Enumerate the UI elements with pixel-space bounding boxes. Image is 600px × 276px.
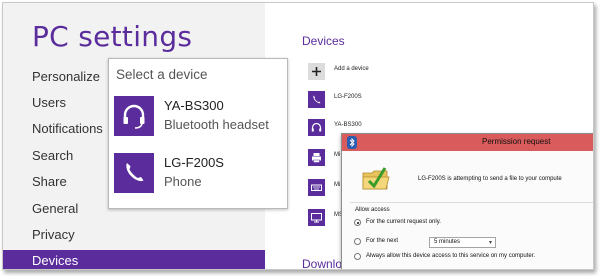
nav-item-privacy[interactable]: Privacy bbox=[3, 224, 265, 246]
dialog-title-bar[interactable]: Permission request bbox=[342, 134, 593, 151]
headset-icon bbox=[308, 119, 325, 136]
option-label: Always allow this device access to this … bbox=[366, 253, 536, 259]
radio-button[interactable] bbox=[354, 238, 361, 245]
flyout-device-name: LG-F200S bbox=[164, 155, 224, 170]
dialog-title: Permission request bbox=[482, 137, 551, 146]
monitor-icon bbox=[308, 209, 325, 226]
device-name: Mi bbox=[334, 152, 341, 158]
radio-button[interactable] bbox=[354, 253, 361, 260]
flyout-device-item[interactable]: LG-F200S Phone bbox=[114, 153, 284, 197]
keyboard-icon bbox=[308, 179, 325, 196]
phone-icon bbox=[308, 91, 325, 108]
dialog-message: LG-F200S is attempting to send a file to… bbox=[418, 176, 562, 182]
option-label: For the next bbox=[366, 238, 399, 244]
device-name: YA-BS300 bbox=[334, 122, 362, 128]
device-name: LG-F200S bbox=[334, 94, 362, 100]
add-device-label: Add a device bbox=[334, 66, 369, 72]
page-title: PC settings bbox=[32, 20, 193, 53]
duration-value: 5 minutes bbox=[434, 239, 461, 245]
flyout-device-item[interactable]: YA-BS300 Bluetooth headset bbox=[114, 96, 284, 140]
flyout-device-type: Phone bbox=[164, 174, 202, 189]
folder-check-icon bbox=[361, 164, 391, 192]
flyout-device-name: YA-BS300 bbox=[164, 98, 224, 113]
select-device-flyout: Select a device YA-BS300 Bluetooth heads… bbox=[108, 58, 288, 209]
device-name: Mi bbox=[334, 182, 341, 188]
phone-icon bbox=[114, 153, 154, 193]
chevron-down-icon: ▾ bbox=[488, 240, 492, 246]
permission-dialog: Permission request LG-F200S is attemptin… bbox=[341, 133, 593, 269]
radio-button[interactable] bbox=[354, 219, 361, 226]
printer-icon bbox=[308, 149, 325, 166]
headset-icon bbox=[114, 96, 154, 136]
option-label: For the current request only. bbox=[366, 219, 441, 225]
plus-icon bbox=[308, 63, 325, 80]
bluetooth-icon bbox=[346, 136, 358, 149]
flyout-title: Select a device bbox=[116, 67, 208, 82]
downloads-heading: Downlo bbox=[302, 257, 343, 270]
flyout-device-type: Bluetooth headset bbox=[164, 117, 269, 132]
window: PC settings Personalize Users Notificati… bbox=[2, 2, 594, 270]
nav-item-devices[interactable]: Devices bbox=[3, 250, 265, 269]
allow-access-label: Allow access bbox=[355, 207, 390, 213]
devices-heading: Devices bbox=[302, 34, 345, 48]
duration-select[interactable]: 5 minutes ▾ bbox=[429, 237, 496, 248]
divider bbox=[350, 202, 593, 203]
